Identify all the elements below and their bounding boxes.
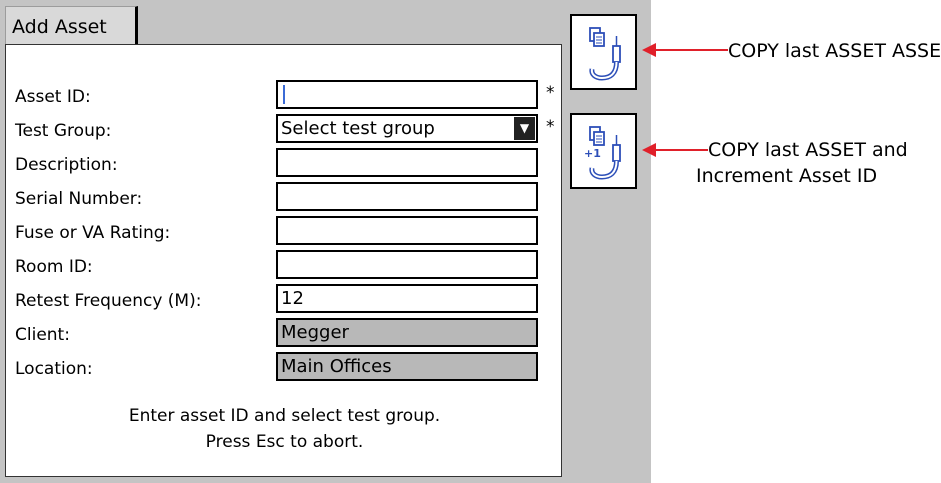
client-field: Megger xyxy=(276,318,538,347)
annotation-copy-increment-line-2: Increment Asset ID xyxy=(696,165,878,187)
device-screen: Add Asset Asset ID: * Test Group: Select… xyxy=(0,0,651,483)
serial-number-field[interactable] xyxy=(276,182,538,211)
asset-id-field[interactable] xyxy=(276,80,538,109)
test-group-label: Test Group: xyxy=(15,121,112,141)
retest-frequency-field[interactable]: 12 xyxy=(276,284,538,313)
text-cursor xyxy=(283,85,285,104)
serial-number-label: Serial Number: xyxy=(15,189,143,209)
room-id-label: Room ID: xyxy=(15,257,93,277)
annotation-copy-last-asset: COPY last ASSET ASSET xyxy=(728,40,941,62)
copy-increment-icon: +1 xyxy=(584,126,621,180)
location-field: Main Offices xyxy=(276,352,538,381)
test-group-value: Select test group xyxy=(281,118,435,139)
annotation-copy-increment-line-1: COPY last ASSET and xyxy=(708,139,908,161)
dropdown-arrow-icon[interactable]: ▼ xyxy=(514,117,535,140)
client-value: Megger xyxy=(281,322,349,343)
retest-frequency-value: 12 xyxy=(281,288,304,309)
copy-increment-button[interactable]: +1 xyxy=(570,113,637,189)
svg-text:+1: +1 xyxy=(584,147,601,160)
instruction-line-1: Enter asset ID and select test group. xyxy=(128,406,441,426)
description-label: Description: xyxy=(15,155,118,175)
retest-frequency-label: Retest Frequency (M): xyxy=(15,291,202,311)
copy-asset-icon xyxy=(589,27,621,81)
fuse-rating-field[interactable] xyxy=(276,216,538,245)
room-id-field[interactable] xyxy=(276,250,538,279)
asset-id-required-marker: * xyxy=(546,83,555,103)
tab-add-asset[interactable]: Add Asset xyxy=(5,6,138,46)
tab-label: Add Asset xyxy=(12,16,107,38)
instruction-line-2: Press Esc to abort. xyxy=(205,432,364,452)
test-group-select[interactable]: Select test group ▼ xyxy=(276,114,538,143)
location-label: Location: xyxy=(15,359,93,379)
location-value: Main Offices xyxy=(281,356,392,377)
description-field[interactable] xyxy=(276,148,538,177)
test-group-required-marker: * xyxy=(546,117,555,137)
copy-asset-button[interactable] xyxy=(570,14,637,90)
arrow-copy-increment-icon xyxy=(642,143,708,157)
arrow-copy-icon xyxy=(642,43,728,57)
client-label: Client: xyxy=(15,325,70,345)
fuse-rating-label: Fuse or VA Rating: xyxy=(15,223,171,243)
add-asset-form: Asset ID: * Test Group: Select test grou… xyxy=(5,44,562,477)
asset-id-label: Asset ID: xyxy=(15,87,91,107)
